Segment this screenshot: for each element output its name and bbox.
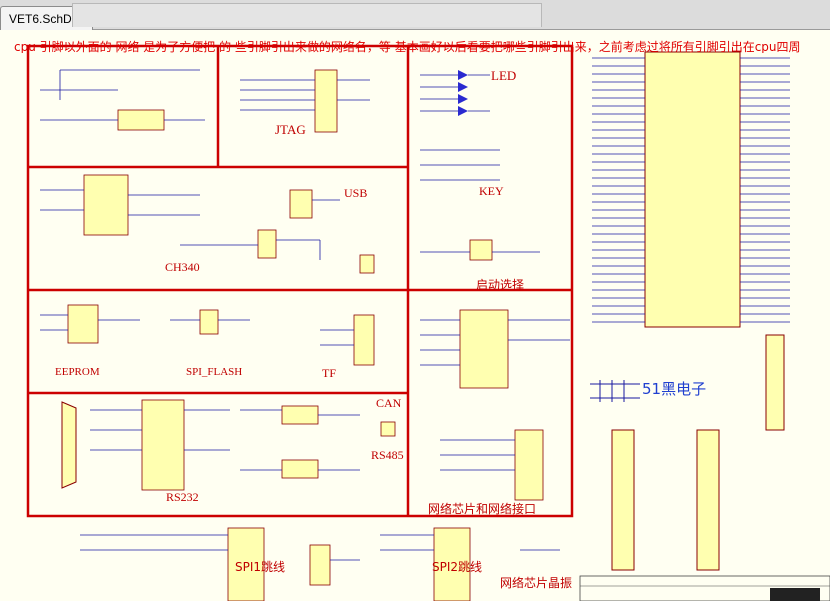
header-comment-text: cpu 引脚以外面的 网络 是为了方便把 的 些引脚引出来做的网络名，等 基本画… [14, 40, 801, 53]
label-spi-flash: SPI_FLASH [186, 366, 243, 378]
schematic-sheet[interactable]: cpu 引脚以外面的 网络 是为了方便把 的 些引脚引出来做的网络名，等 基本画… [0, 30, 830, 601]
header-p1 [765, 334, 785, 431]
document-tab-bar: VET6.SchDoc [0, 0, 830, 30]
label-spi1-jumper: SPI1跳线 [235, 560, 286, 574]
cpu-chip [592, 51, 790, 328]
label-key: KEY [479, 184, 504, 198]
label-led: LED [491, 68, 517, 83]
tab-strip-empty [72, 3, 542, 27]
label-boot-select: 启动选择 [476, 278, 525, 292]
watermark-text: 51黑电子 [642, 380, 707, 398]
label-jtag: JTAG [275, 122, 306, 137]
label-net-crystal: 网络芯片晶振 [500, 576, 573, 590]
label-rs485: RS485 [371, 448, 404, 462]
schematic-drawing [26, 44, 830, 601]
label-rs232: RS232 [166, 490, 199, 504]
label-tf: TF [322, 366, 337, 380]
label-spi2-jumper: SPI2跳线 [432, 560, 483, 574]
label-net-chip: 网络芯片和网络接口 [428, 502, 537, 516]
cap-symbols [590, 380, 640, 402]
title-block [579, 575, 830, 601]
header-p3 [696, 429, 720, 571]
led-symbols [458, 70, 468, 116]
label-eeprom: EEPROM [55, 366, 100, 378]
label-ch340: CH340 [165, 260, 200, 274]
label-usb: USB [344, 186, 368, 200]
db9-connector [61, 401, 77, 489]
header-p2 [611, 429, 635, 571]
label-can: CAN [376, 396, 402, 410]
